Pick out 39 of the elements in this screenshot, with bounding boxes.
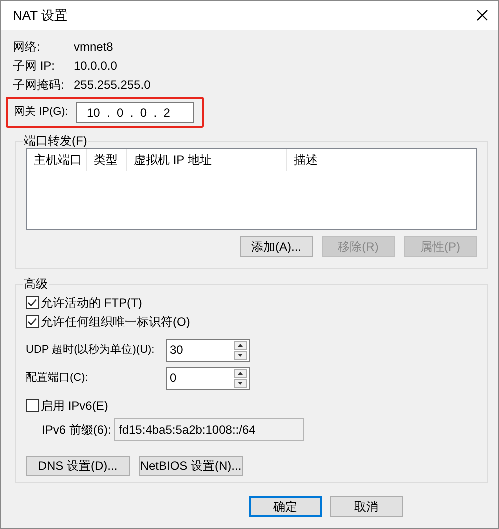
field-label: IPv6 前缀(6): xyxy=(42,422,112,438)
checkbox-label: 允许任何组织唯一标识符(O) xyxy=(41,314,190,330)
ipv6-prefix-field: fd15:4ba5:5a2b:1008::/64 xyxy=(114,418,304,441)
button[interactable]: 添加(A)... xyxy=(240,236,313,257)
field-label: UDP 超时(以秒为单位)(U): xyxy=(26,342,156,358)
window-title: NAT 设置 xyxy=(13,6,68,25)
number-spinner[interactable]: 0 xyxy=(166,366,250,390)
checkbox[interactable] xyxy=(26,399,39,412)
column-header[interactable]: 描述 xyxy=(287,149,407,171)
spin-up-icon[interactable] xyxy=(234,368,247,378)
field-label: 配置端口(C): xyxy=(26,370,90,386)
field-value: vmnet8 xyxy=(74,38,114,56)
spin-down-icon[interactable] xyxy=(234,350,247,360)
group-title: 端口转发(F) xyxy=(23,133,88,150)
checkbox[interactable] xyxy=(26,296,39,309)
checkbox[interactable] xyxy=(26,315,39,328)
spin-down-icon[interactable] xyxy=(234,378,247,388)
field-value: 255.255.255.0 xyxy=(74,76,151,94)
checkbox-label: 启用 IPv6(E) xyxy=(41,398,108,414)
button: 属性(P) xyxy=(404,236,477,257)
group-title: 高级 xyxy=(23,276,49,293)
close-icon[interactable] xyxy=(477,10,488,21)
column-header[interactable]: 类型 xyxy=(87,149,127,171)
column-header[interactable]: 虚拟机 IP 地址 xyxy=(127,149,287,171)
field-value: 10.0.0.0 xyxy=(74,58,118,74)
button: 移除(R) xyxy=(322,236,395,257)
ip-address-field[interactable]: 10 . 0 . 0 . 2 xyxy=(76,102,194,123)
field-label: 子网 IP: xyxy=(13,58,56,74)
spin-up-icon[interactable] xyxy=(234,340,247,350)
button[interactable]: 取消 xyxy=(330,496,403,517)
field-label: 子网掩码: xyxy=(13,76,66,94)
button[interactable]: NetBIOS 设置(N)... xyxy=(139,456,243,476)
number-spinner[interactable]: 30 xyxy=(166,338,250,362)
field-label: 网关 IP(G): xyxy=(14,104,70,120)
button[interactable]: 确定 xyxy=(249,496,322,517)
checkbox-label: 允许活动的 FTP(T) xyxy=(41,294,142,312)
field-label: 网络: xyxy=(13,38,42,56)
button[interactable]: DNS 设置(D)... xyxy=(26,456,130,476)
column-header[interactable]: 主机端口 xyxy=(27,149,87,171)
